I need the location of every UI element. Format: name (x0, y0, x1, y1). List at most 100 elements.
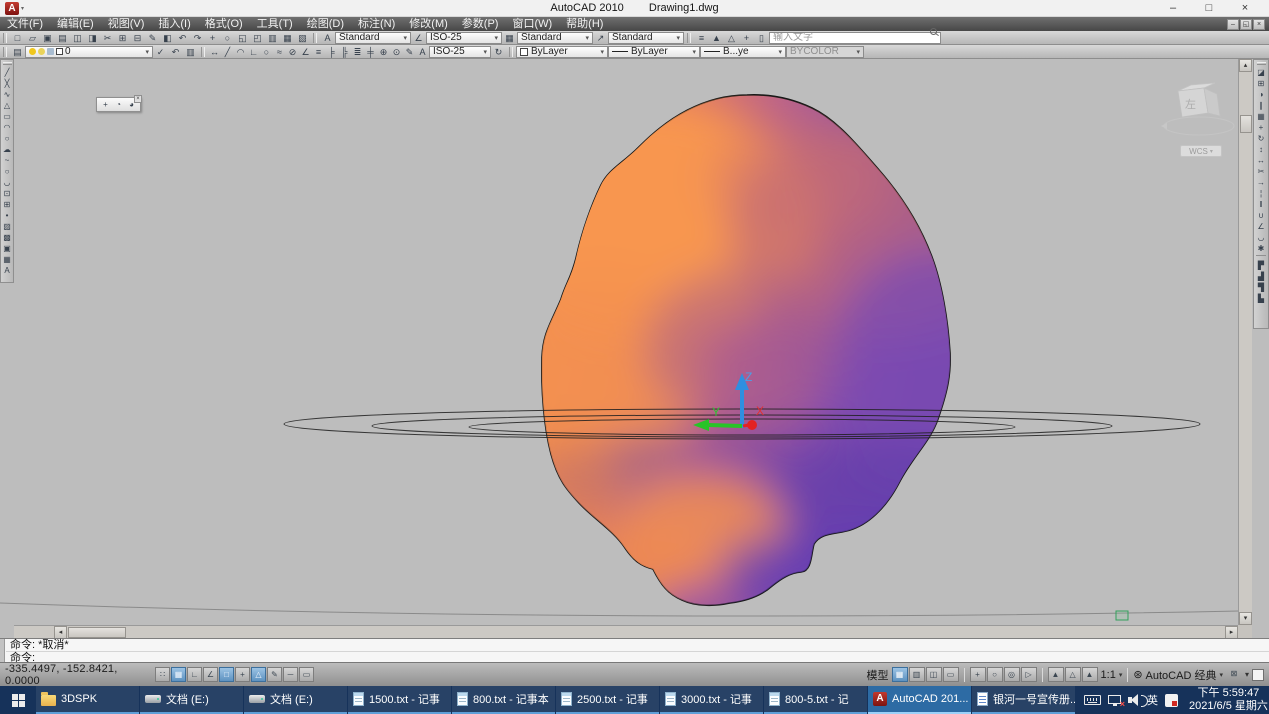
toolbar-grip[interactable] (509, 47, 513, 57)
taskbar-item[interactable]: 银河一号宣传册... (972, 686, 1075, 714)
layer-properties-icon[interactable]: ▤ (10, 46, 25, 58)
scroll-up-icon[interactable]: ▴ (1239, 59, 1252, 72)
arc-length-dim-icon[interactable]: ◠ (234, 46, 247, 58)
clean-screen-button[interactable] (1252, 669, 1264, 681)
annotation-add-icon[interactable]: + (739, 32, 754, 44)
plot-preview-icon[interactable]: ◫ (70, 32, 85, 44)
coordinates-readout[interactable]: -335.4497, -152.8421, 0.0000 (5, 663, 155, 687)
polyline-icon[interactable]: ∿ (1, 89, 14, 100)
taskbar-item[interactable]: 文档 (E:) (140, 686, 243, 714)
aligned-dim-icon[interactable]: ╱ (221, 46, 234, 58)
search-icon[interactable] (930, 28, 937, 35)
table-icon[interactable]: ▦ (1, 254, 14, 265)
diameter-dim-icon[interactable]: ⊘ (286, 46, 299, 58)
free-orbit-icon[interactable]: ◔ (112, 99, 125, 111)
menu-item[interactable]: 窗口(W) (505, 17, 559, 31)
toolbar-grip[interactable] (201, 47, 205, 57)
toolbar-grip[interactable] (1257, 62, 1266, 65)
quick-dim-icon[interactable]: ≡ (312, 46, 325, 58)
taskbar-item[interactable]: 1500.txt - 记事 (348, 686, 451, 714)
scale-icon[interactable]: ↕ (1255, 144, 1268, 155)
properties-icon[interactable]: ▥ (265, 32, 280, 44)
viewport-maximize-button[interactable]: ▭ (943, 667, 959, 682)
make-object-layer-current-icon[interactable]: ✓ (153, 46, 168, 58)
center-mark-icon[interactable]: ⊙ (390, 46, 403, 58)
command-window[interactable]: 命令: *取消* 命令: (0, 638, 1269, 662)
infocenter-search-input[interactable] (769, 32, 941, 44)
zoom-realtime-icon[interactable]: ○ (220, 32, 235, 44)
taskbar-item[interactable]: 3000.txt - 记事 (660, 686, 763, 714)
toolbar-grip[interactable] (3, 33, 7, 43)
model-space-button[interactable]: ▦ (892, 667, 908, 682)
wcs-dropdown[interactable]: WCS (1180, 145, 1222, 157)
style-dropdown[interactable]: Standard (335, 32, 411, 44)
dim-space-icon[interactable]: ≣ (351, 46, 364, 58)
showmotion-button[interactable]: ▷ (1021, 667, 1037, 682)
taskbar-clock[interactable]: 下午 5:59:47 2021/6/5 星期六 (1183, 686, 1269, 714)
annotation-scale-person-icon[interactable]: ▲ (1048, 667, 1064, 682)
taskbar-item[interactable]: 3DSPK (36, 686, 139, 714)
osnap-toggle[interactable]: □ (219, 667, 234, 682)
copy-object-icon[interactable]: ⊞ (1255, 78, 1268, 89)
ime-language-indicator[interactable]: 英 (1147, 692, 1158, 708)
offset-icon[interactable]: ∥ (1255, 100, 1268, 111)
pan-status-button[interactable]: + (970, 667, 986, 682)
linetype-control-dropdown[interactable]: ByLayer (608, 46, 700, 58)
line-icon[interactable]: ╱ (1, 67, 14, 78)
revision-cloud-icon[interactable]: ☁ (1, 144, 14, 155)
status-menu-chevron-icon[interactable]: ▾ (1245, 670, 1249, 679)
color-control-dropdown[interactable]: ByLayer (516, 46, 608, 58)
bring-above-icon[interactable]: ▜ (1255, 282, 1268, 293)
dim-break-icon[interactable]: ╪ (364, 46, 377, 58)
horizontal-scroll-thumb[interactable] (68, 627, 126, 638)
close-icon[interactable]: × (134, 95, 142, 103)
copy-icon[interactable]: ⊞ (115, 32, 130, 44)
maximize-button[interactable]: □ (1191, 0, 1227, 17)
toolbar-grip[interactable] (313, 33, 317, 43)
viewcube[interactable]: 左 (1158, 79, 1242, 145)
match-properties-icon[interactable]: ✎ (145, 32, 160, 44)
zoom-status-button[interactable]: ○ (987, 667, 1003, 682)
qp-toggle[interactable]: ▭ (299, 667, 314, 682)
network-status-icon[interactable] (1108, 695, 1121, 704)
ordinate-dim-icon[interactable]: ∟ (247, 46, 260, 58)
rectangle-icon[interactable]: ▭ (1, 111, 14, 122)
dim-text-edit-icon[interactable]: A (416, 46, 429, 58)
insert-block-icon[interactable]: ⊡ (1, 188, 14, 199)
doc-close-button[interactable]: × (1253, 19, 1265, 30)
steering-wheel-button[interactable]: ◎ (1004, 667, 1020, 682)
ellipse-icon[interactable]: ○ (1, 166, 14, 177)
taskbar-item[interactable]: 800.txt - 记事本 (452, 686, 555, 714)
zoom-previous-icon[interactable]: ◰ (250, 32, 265, 44)
stretch-icon[interactable]: ↔ (1255, 155, 1268, 166)
taskbar-item[interactable]: 2500.txt - 记事 (556, 686, 659, 714)
jogged-dim-icon[interactable]: ≈ (273, 46, 286, 58)
style-dropdown[interactable]: Standard (608, 32, 684, 44)
dyn-toggle[interactable]: ✎ (267, 667, 282, 682)
array-icon[interactable]: ▦ (1255, 111, 1268, 122)
fillet-icon[interactable]: ◡ (1255, 232, 1268, 243)
multiline-text-icon[interactable]: A (1, 265, 14, 276)
menu-item[interactable]: 标注(N) (351, 17, 402, 31)
linear-dim-icon[interactable]: ↔ (208, 46, 221, 58)
ortho-toggle[interactable]: ∟ (187, 667, 202, 682)
scroll-down-icon[interactable]: ▾ (1239, 612, 1252, 625)
pan-icon[interactable]: + (99, 99, 112, 111)
annotation-visibility-icon[interactable]: △ (1065, 667, 1081, 682)
lineweight-settings-icon[interactable]: ≡ (694, 32, 709, 44)
model-scene[interactable]: Z Y X (0, 59, 1239, 625)
send-under-icon[interactable]: ▙ (1255, 293, 1268, 304)
doc-restore-button[interactable]: ◱ (1240, 19, 1252, 30)
scroll-right-icon[interactable]: ▸ (1225, 626, 1238, 638)
bring-to-front-icon[interactable]: ▛ (1255, 260, 1268, 271)
annotation-scale-icon[interactable]: △ (724, 32, 739, 44)
menu-item[interactable]: 编辑(E) (50, 17, 101, 31)
construction-line-icon[interactable]: ╳ (1, 78, 14, 89)
erase-icon[interactable]: ◪ (1255, 67, 1268, 78)
ellipse-arc-icon[interactable]: ◡ (1, 177, 14, 188)
dim-style-dropdown[interactable]: ISO-25 (429, 46, 491, 58)
circle-icon[interactable]: ○ (1, 133, 14, 144)
style-dropdown[interactable]: Standard (517, 32, 593, 44)
taskbar-item[interactable]: AutoCAD 201... (868, 686, 971, 714)
toolbar-grip[interactable] (687, 33, 691, 43)
